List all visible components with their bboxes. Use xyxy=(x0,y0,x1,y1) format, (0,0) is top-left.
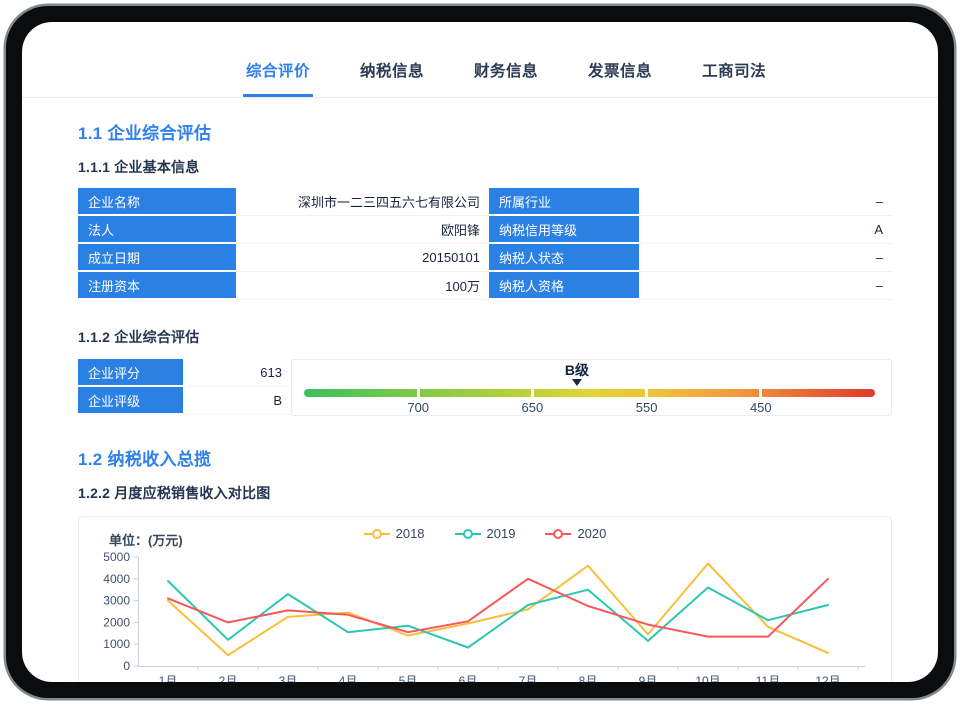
y-tick-label: 0 xyxy=(123,659,130,673)
series-line-2020 xyxy=(168,579,828,637)
x-tick-label: 9月 xyxy=(639,674,658,682)
info-value: 100万 xyxy=(236,272,489,300)
section-title-1-2: 1.2 纳税收入总揽 xyxy=(78,445,880,470)
score-marker: B级 xyxy=(565,363,589,386)
legend-item-2018[interactable]: 2018 xyxy=(364,526,425,541)
table-row: 成立日期20150101纳税人状态– xyxy=(78,244,892,272)
report-body: 1.1 企业综合评估 1.1.1 企业基本信息 企业名称深圳市一二三四五六七有限… xyxy=(22,119,938,682)
x-tick-label: 2月 xyxy=(219,674,238,682)
info-label: 纳税人状态 xyxy=(489,244,639,272)
gauge-segment-gap xyxy=(759,389,762,397)
score-row: 企业评级B xyxy=(78,387,291,415)
table-row: 注册资本100万纳税人资格– xyxy=(78,272,892,300)
legend-item-2019[interactable]: 2019 xyxy=(455,526,516,541)
info-value: – xyxy=(639,272,892,300)
score-table: 企业评分613企业评级B xyxy=(78,359,291,416)
subsection-title-1-1-1: 1.1.1 企业基本信息 xyxy=(78,157,880,177)
score-row: 企业评分613 xyxy=(78,359,291,387)
legend-item-2020[interactable]: 2020 xyxy=(545,526,606,541)
info-label: 成立日期 xyxy=(78,244,236,272)
monthly-revenue-chart-card: 单位：(万元) 201820192020 0100020003000400050… xyxy=(78,516,892,682)
score-gradient-bar xyxy=(304,389,875,397)
info-label: 企业名称 xyxy=(78,188,236,216)
x-tick-label: 7月 xyxy=(519,674,538,682)
device-frame: 综合评价 纳税信息 财务信息 发票信息 工商司法 1.1 企业综合评估 1.1.1 企业… xyxy=(6,6,954,698)
x-tick-label: 8月 xyxy=(579,674,598,682)
x-tick-label: 11月 xyxy=(756,674,780,682)
table-row: 法人欧阳锋纳税信用等级A xyxy=(78,216,892,244)
legend-line-icon xyxy=(364,529,390,539)
tab-invoice-info[interactable]: 发票信息 xyxy=(585,59,655,97)
info-label: 注册资本 xyxy=(78,272,236,300)
legend-line-icon xyxy=(545,529,571,539)
y-tick-label: 2000 xyxy=(103,615,130,629)
score-section: 企业评分613企业评级B B级 700 650 550 450 xyxy=(78,359,892,416)
y-tick-label: 5000 xyxy=(103,550,130,564)
x-tick-label: 10月 xyxy=(695,674,720,682)
x-tick-label: 3月 xyxy=(279,674,298,682)
y-tick-label: 4000 xyxy=(103,572,130,586)
tab-bar: 综合评价 纳税信息 财务信息 发票信息 工商司法 xyxy=(22,22,938,98)
info-value: 20150101 xyxy=(236,244,489,272)
tab-financial-info[interactable]: 财务信息 xyxy=(471,59,541,97)
x-tick-label: 1月 xyxy=(159,674,178,682)
gauge-tick-label: 650 xyxy=(522,400,544,415)
subsection-title-1-2-2: 1.2.2 月度应税销售收入对比图 xyxy=(78,483,880,503)
info-value: A xyxy=(639,216,892,244)
score-gauge-inner: B级 700 650 550 450 xyxy=(304,360,875,415)
score-label: 企业评分 xyxy=(78,359,183,387)
info-value: – xyxy=(639,244,892,272)
score-gauge: B级 700 650 550 450 xyxy=(291,359,892,416)
info-value: – xyxy=(639,188,892,216)
gauge-tick-label: 450 xyxy=(750,400,772,415)
info-label: 纳税信用等级 xyxy=(489,216,639,244)
chart-legend: 2018 2019 2020 xyxy=(79,526,891,541)
tab-tax-info[interactable]: 纳税信息 xyxy=(357,59,427,97)
legend-line-icon xyxy=(455,529,481,539)
y-tick-label: 3000 xyxy=(103,594,130,608)
score-value: B xyxy=(183,387,291,415)
info-value: 欧阳锋 xyxy=(236,216,489,244)
subsection-title-1-1-2: 1.1.2 企业综合评估 xyxy=(78,327,880,347)
gauge-segment-gap xyxy=(417,389,420,397)
tab-business-judicial[interactable]: 工商司法 xyxy=(699,59,769,97)
score-label: 企业评级 xyxy=(78,387,183,415)
info-label: 纳税人资格 xyxy=(489,272,639,300)
info-label: 法人 xyxy=(78,216,236,244)
marker-triangle-icon xyxy=(572,379,582,386)
x-tick-label: 12月 xyxy=(815,674,840,682)
section-title-1-1: 1.1 企业综合评估 xyxy=(78,119,880,144)
score-marker-label: B级 xyxy=(565,363,589,378)
tab-comprehensive[interactable]: 综合评价 xyxy=(243,59,313,97)
gauge-tick-label: 700 xyxy=(407,400,429,415)
gauge-segment-gap xyxy=(531,389,534,397)
x-tick-label: 6月 xyxy=(459,674,478,682)
info-value: 深圳市一二三四五六七有限公司 xyxy=(236,188,489,216)
legend-label: 2018 xyxy=(396,526,425,541)
legend-label: 2019 xyxy=(487,526,516,541)
gauge-tick-label: 550 xyxy=(636,400,658,415)
basic-info-table: 企业名称深圳市一二三四五六七有限公司所属行业–法人欧阳锋纳税信用等级A成立日期2… xyxy=(78,188,892,300)
x-tick-label: 4月 xyxy=(339,674,358,682)
info-label: 所属行业 xyxy=(489,188,639,216)
app-window: 综合评价 纳税信息 财务信息 发票信息 工商司法 1.1 企业综合评估 1.1.1 企业… xyxy=(22,22,938,682)
x-tick-label: 5月 xyxy=(399,674,418,682)
table-row: 企业名称深圳市一二三四五六七有限公司所属行业– xyxy=(78,188,892,216)
y-tick-label: 1000 xyxy=(103,637,130,651)
line-chart: 0 1000 2000 3000 4000 5000 1月 2月 3月 4月 5月 6月 7月 8月 9月 1… xyxy=(79,546,891,682)
page: 综合评价 纳税信息 财务信息 发票信息 工商司法 1.1 企业综合评估 1.1.1 企业… xyxy=(0,0,960,704)
legend-label: 2020 xyxy=(577,526,606,541)
score-value: 613 xyxy=(183,359,291,387)
gauge-segment-gap xyxy=(645,389,648,397)
